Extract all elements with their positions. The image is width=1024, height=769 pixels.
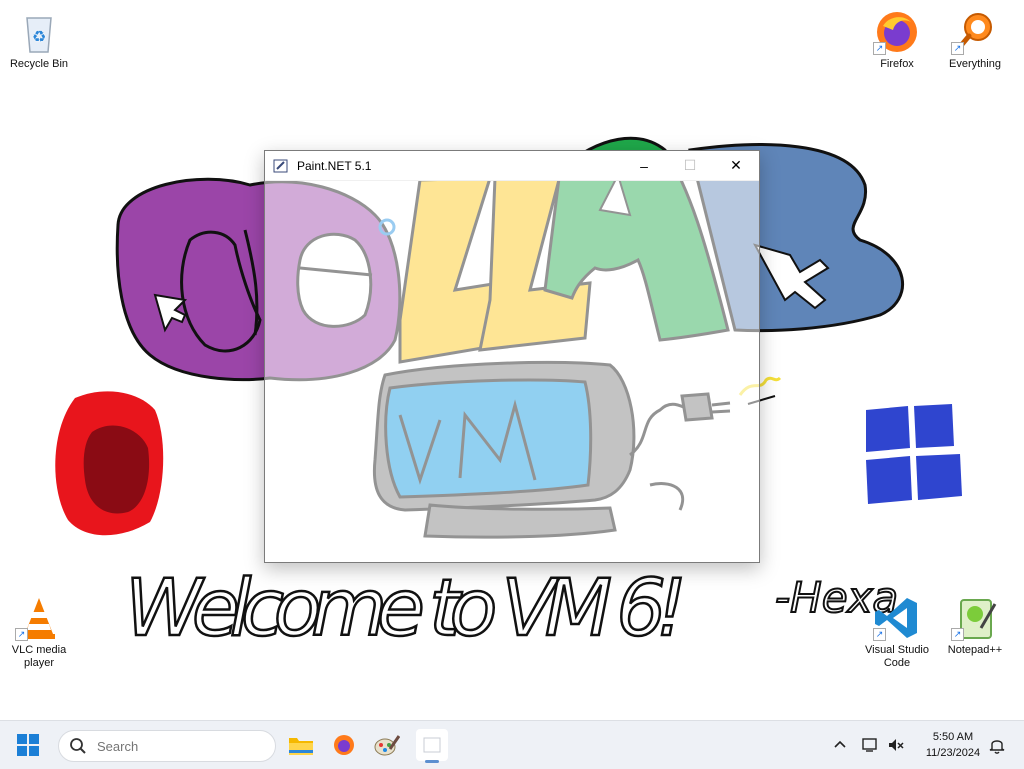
taskbar-app-paint-net[interactable]: [371, 729, 403, 761]
taskbar-clock[interactable]: 5:50 AM 11/23/2024: [914, 729, 992, 761]
network-icon[interactable]: [860, 735, 880, 755]
clock-time: 5:50 AM: [932, 731, 974, 743]
taskbar-app-firefox[interactable]: [328, 729, 360, 761]
taskbar: 5:50 AM 11/23/2024: [0, 720, 1024, 769]
search-input[interactable]: [95, 737, 259, 755]
desktop-icon-label: Notepad++: [947, 644, 1003, 656]
volume-muted-icon[interactable]: [886, 735, 906, 755]
active-app-indicator: [425, 760, 439, 763]
paint-net-window[interactable]: Paint.NET 5.1 – ☐ ✕: [264, 150, 760, 563]
window-titlebar[interactable]: Paint.NET 5.1 – ☐ ✕: [265, 151, 759, 181]
desktop-icon-recycle-bin[interactable]: ♻ Recycle Bin: [1, 8, 77, 71]
shortcut-arrow-icon: ↗: [951, 628, 964, 641]
recycle-bin-icon: ♻: [26, 17, 52, 53]
chevron-up-icon[interactable]: [830, 735, 850, 755]
start-button[interactable]: [14, 731, 42, 759]
desktop-icon-vlc[interactable]: ↗ VLC media player: [1, 594, 77, 670]
desktop-icon-everything[interactable]: ↗ Everything: [937, 8, 1013, 71]
desktop-icon-firefox[interactable]: ↗ Firefox: [859, 8, 935, 71]
taskbar-search-box[interactable]: [58, 730, 276, 762]
desktop-icon-vscode[interactable]: ↗ Visual Studio Code: [859, 594, 935, 670]
firefox-icon: [334, 735, 354, 755]
wallpaper-handwriting: Welcome to VM 6!: [125, 564, 685, 654]
svg-text:♻: ♻: [32, 27, 46, 46]
shortcut-arrow-icon: ↗: [951, 42, 964, 55]
shortcut-arrow-icon: ↗: [873, 628, 886, 641]
desktop-icon-notepadpp[interactable]: ↗ Notepad++: [937, 594, 1013, 657]
minimize-button[interactable]: –: [621, 151, 667, 180]
taskbar-app-paint-net-window[interactable]: [416, 729, 448, 763]
file-explorer-icon: [289, 738, 313, 755]
clock-date: 11/23/2024: [925, 747, 981, 759]
desktop-icon-label: Recycle Bin: [9, 58, 69, 70]
wallpaper-windows-logo: [866, 406, 910, 452]
desktop-icon-label: Everything: [949, 58, 1001, 70]
paint-net-app-icon: [273, 159, 288, 172]
shortcut-arrow-icon: ↗: [15, 628, 28, 641]
blank-window-icon: [423, 737, 441, 753]
window-title: Paint.NET 5.1: [297, 158, 372, 173]
paint-net-icon: [374, 735, 400, 756]
close-button[interactable]: ✕: [713, 151, 759, 180]
desktop-icon-label: Visual Studio Code: [864, 644, 929, 669]
window-content-area[interactable]: [265, 181, 759, 562]
search-icon: [70, 738, 86, 754]
desktop-icon-label: VLC media player: [11, 644, 67, 669]
maximize-button[interactable]: ☐: [667, 151, 713, 180]
notification-bell-icon[interactable]: [987, 735, 1007, 755]
shortcut-arrow-icon: ↗: [873, 42, 886, 55]
taskbar-app-file-explorer[interactable]: [285, 729, 317, 761]
desktop-icon-label: Firefox: [880, 58, 914, 70]
